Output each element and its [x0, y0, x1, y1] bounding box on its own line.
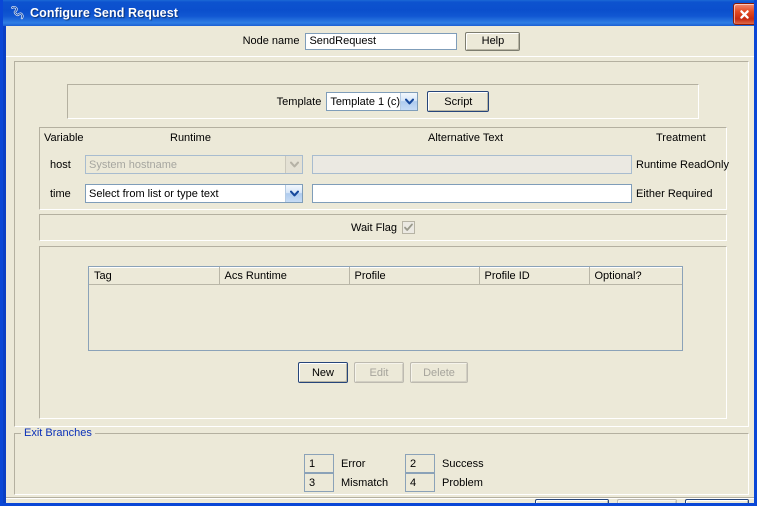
- exit-branch-number-3[interactable]: [304, 473, 334, 492]
- wait-flag-panel: Wait Flag: [39, 214, 727, 241]
- treatment-runtime-time: Either: [636, 188, 665, 200]
- tag-column-header-tag[interactable]: Tag: [89, 267, 220, 285]
- dialog-action-buttons: Comments Save Cancel: [535, 499, 749, 503]
- exit-branch-label-success: Success: [442, 457, 484, 470]
- title-bar: Configure Send Request: [3, 0, 754, 26]
- exit-branch-row-1: Error Success: [304, 454, 506, 473]
- column-header-alternative-text: Alternative Text: [428, 132, 504, 144]
- template-select[interactable]: Template 1 (c): [326, 92, 419, 111]
- alternative-text-input-time[interactable]: [312, 184, 632, 203]
- runtime-select-time[interactable]: Select from list or type text: [85, 184, 303, 203]
- variable-name-host: host: [50, 159, 71, 171]
- exit-branch-number-1[interactable]: [304, 454, 334, 473]
- tag-table-header-row: Tag Acs Runtime Profile Profile ID Optio…: [89, 267, 682, 285]
- exit-branch-label-mismatch: Mismatch: [341, 476, 389, 489]
- delete-button: Delete: [410, 362, 468, 383]
- variable-row-host: host System hostname Runtime ReadOnly: [40, 155, 729, 177]
- column-header-treatment: Treatment: [656, 132, 706, 144]
- template-panel: Template Template 1 (c) Script: [67, 84, 699, 119]
- tag-table-panel: Tag Acs Runtime Profile Profile ID Optio…: [39, 246, 727, 419]
- exit-branches-legend: Exit Branches: [21, 427, 95, 439]
- main-panel: Template Template 1 (c) Script Variable …: [14, 61, 749, 427]
- treatment-mode-time: Required: [667, 188, 713, 200]
- column-header-runtime: Runtime: [170, 132, 211, 144]
- tag-column-header-optional[interactable]: Optional?: [589, 267, 682, 285]
- dialog-client-area: Node name Help Template Template 1 (c) S…: [6, 26, 754, 503]
- script-button[interactable]: Script: [427, 91, 490, 112]
- variables-panel: Variable Runtime Alternative Text Treatm…: [39, 127, 729, 210]
- window-controls: [733, 3, 754, 25]
- exit-branch-number-2[interactable]: [405, 454, 435, 473]
- exit-branches-fields: Error Success Mismatch Problem: [304, 454, 506, 492]
- treatment-runtime-host: Runtime: [636, 159, 677, 171]
- exit-branches-group: Exit Branches Error Success Mismatch Pro…: [14, 427, 749, 495]
- window-title: Configure Send Request: [30, 6, 179, 20]
- exit-branch-number-4[interactable]: [405, 473, 435, 492]
- tag-table-scroll-area[interactable]: Tag Acs Runtime Profile Profile ID Optio…: [88, 266, 683, 351]
- variable-name-time: time: [50, 188, 71, 200]
- tag-table: Tag Acs Runtime Profile Profile ID Optio…: [89, 267, 682, 285]
- tag-column-header-profile[interactable]: Profile: [349, 267, 480, 285]
- template-label: Template: [276, 95, 322, 108]
- tag-table-buttons: New Edit Delete: [40, 362, 726, 383]
- edit-button: Edit: [354, 362, 404, 383]
- phone-handset-icon: [8, 4, 26, 22]
- chevron-down-icon: [285, 156, 302, 173]
- close-icon[interactable]: [733, 3, 754, 25]
- treatment-host: Runtime ReadOnly: [636, 159, 729, 171]
- exit-branch-row-2: Mismatch Problem: [304, 473, 506, 492]
- cancel-button[interactable]: Cancel: [685, 499, 749, 503]
- tag-column-header-profile-id[interactable]: Profile ID: [479, 267, 590, 285]
- wait-flag-label: Wait Flag: [350, 221, 398, 234]
- template-select-value: Template 1 (c): [330, 95, 401, 108]
- node-name-label: Node name: [242, 35, 300, 47]
- treatment-time: Either Required: [636, 188, 728, 200]
- treatment-mode-host: ReadOnly: [680, 159, 729, 171]
- new-button[interactable]: New: [298, 362, 348, 383]
- variable-row-time: time Select from list or type text Eithe…: [40, 184, 726, 206]
- chevron-down-icon: [400, 93, 418, 110]
- configure-send-request-window: Configure Send Request Node name Help Te…: [0, 0, 757, 506]
- exit-branch-label-error: Error: [341, 457, 366, 470]
- wait-flag-checkbox[interactable]: [402, 221, 416, 234]
- help-button[interactable]: Help: [465, 31, 521, 51]
- node-name-input[interactable]: [305, 32, 458, 50]
- alternative-text-input-host[interactable]: [312, 155, 632, 174]
- check-icon: [404, 223, 413, 231]
- node-name-strip: Node name Help: [6, 26, 754, 57]
- runtime-select-host-value: System hostname: [89, 158, 178, 171]
- runtime-select-host[interactable]: System hostname: [85, 155, 303, 174]
- save-button: Save: [617, 499, 677, 503]
- variables-header-row: Variable Runtime Alternative Text Treatm…: [40, 132, 726, 148]
- tag-column-header-acs-runtime[interactable]: Acs Runtime: [219, 267, 350, 285]
- column-header-variable: Variable: [44, 132, 84, 144]
- exit-branch-label-problem: Problem: [442, 476, 483, 489]
- runtime-select-time-value: Select from list or type text: [89, 187, 219, 200]
- chevron-down-icon: [285, 185, 302, 202]
- comments-button[interactable]: Comments: [535, 499, 609, 503]
